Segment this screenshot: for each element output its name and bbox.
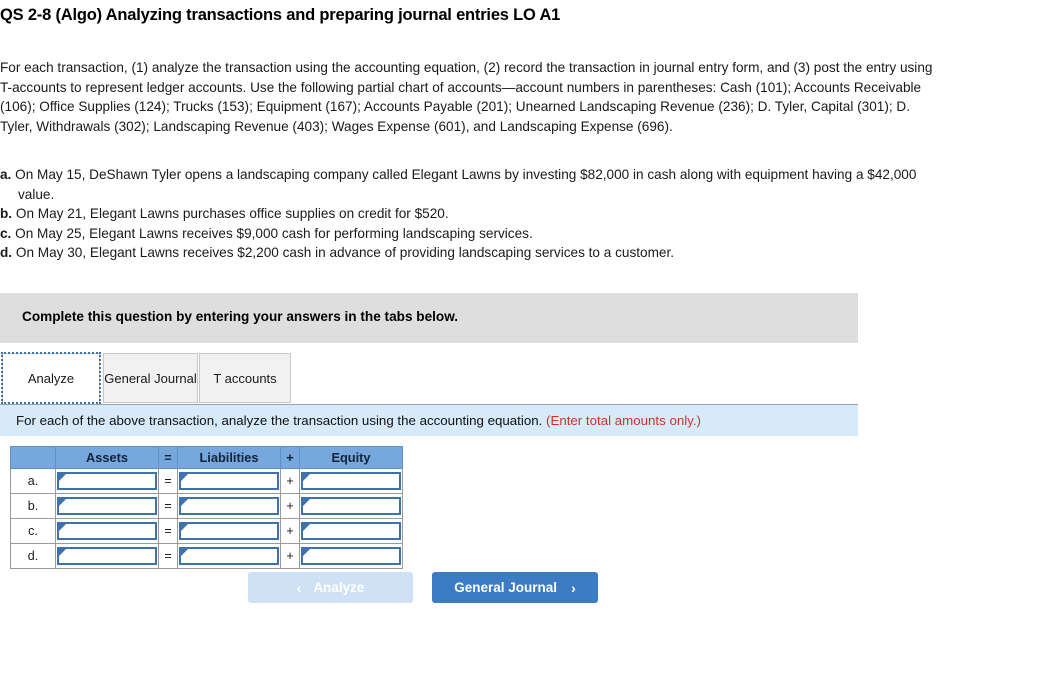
row-label: b.	[10, 493, 56, 519]
assets-input[interactable]	[57, 472, 157, 490]
next-button-label: General Journal	[454, 580, 558, 595]
header-assets: Assets	[55, 446, 159, 469]
equity-cell	[299, 468, 403, 494]
plus-operator: +	[280, 518, 300, 544]
header-blank	[10, 446, 56, 469]
instruction-bar: For each of the above transaction, analy…	[0, 404, 858, 436]
comment-flag-icon	[181, 524, 188, 531]
plus-operator: +	[280, 468, 300, 494]
list-item: a. On May 15, DeShawn Tyler opens a land…	[0, 165, 950, 204]
comment-flag-icon	[181, 549, 188, 556]
banner-text: Complete this question by entering your …	[22, 309, 459, 324]
table-row: a. = +	[10, 468, 403, 494]
liabilities-cell	[177, 468, 281, 494]
equity-cell	[299, 518, 403, 544]
instruction-note: (Enter total amounts only.)	[546, 413, 701, 428]
page-title: QS 2-8 (Algo) Analyzing transactions and…	[0, 6, 561, 24]
comment-flag-icon	[303, 524, 310, 531]
prev-analyze-button[interactable]: ‹ Analyze	[248, 572, 413, 603]
comment-flag-icon	[59, 474, 66, 481]
comment-flag-icon	[181, 474, 188, 481]
comment-flag-icon	[181, 499, 188, 506]
liabilities-input[interactable]	[179, 472, 279, 490]
row-label: c.	[10, 518, 56, 544]
plus-operator: +	[280, 543, 300, 569]
instruction-text: For each of the above transaction, analy…	[16, 413, 543, 428]
header-liabilities: Liabilities	[177, 446, 281, 469]
comment-flag-icon	[303, 474, 310, 481]
assets-cell	[55, 543, 159, 569]
equity-cell	[299, 543, 403, 569]
transaction-list: a. On May 15, DeShawn Tyler opens a land…	[0, 165, 950, 263]
comment-flag-icon	[59, 524, 66, 531]
equity-input[interactable]	[301, 547, 401, 565]
liabilities-cell	[177, 543, 281, 569]
tab-label: Analyze	[27, 370, 75, 386]
equals-operator: =	[158, 468, 178, 494]
tab-analyze[interactable]: Analyze	[1, 352, 101, 404]
instruction-text-wrap: For each of the above transaction, analy…	[16, 413, 701, 428]
complete-question-banner: Complete this question by entering your …	[0, 293, 858, 343]
transaction-letter: b.	[0, 206, 13, 221]
tab-label: General Journal	[104, 370, 197, 386]
accounting-equation-table: Assets = Liabilities + Equity a. = + b. …	[10, 446, 403, 569]
list-item: c. On May 25, Elegant Lawns receives $9,…	[0, 224, 950, 244]
header-equals: =	[158, 446, 178, 469]
transaction-letter: d.	[0, 245, 13, 260]
equals-operator: =	[158, 543, 178, 569]
tab-general-journal[interactable]: General Journal	[103, 353, 198, 403]
comment-flag-icon	[59, 549, 66, 556]
equity-input[interactable]	[301, 522, 401, 540]
equals-operator: =	[158, 518, 178, 544]
header-equity: Equity	[299, 446, 403, 469]
liabilities-input[interactable]	[179, 522, 279, 540]
assets-cell	[55, 493, 159, 519]
next-general-journal-button[interactable]: General Journal ›	[432, 572, 598, 603]
equity-input[interactable]	[301, 497, 401, 515]
table-row: b. = +	[10, 493, 403, 519]
assets-cell	[55, 518, 159, 544]
assets-input[interactable]	[57, 522, 157, 540]
tab-t-accounts[interactable]: T accounts	[199, 353, 291, 403]
question-page: QS 2-8 (Algo) Analyzing transactions and…	[0, 0, 1059, 693]
equals-operator: =	[158, 493, 178, 519]
transaction-letter: a.	[0, 167, 12, 182]
header-plus: +	[280, 446, 300, 469]
list-item: b. On May 21, Elegant Lawns purchases of…	[0, 204, 950, 224]
transaction-letter: c.	[0, 225, 12, 241]
transaction-text: On May 25, Elegant Lawns receives $9,000…	[15, 225, 533, 241]
transaction-text: On May 15, DeShawn Tyler opens a landsca…	[15, 167, 917, 202]
table-row: c. = +	[10, 518, 403, 544]
row-label: d.	[10, 543, 56, 569]
assets-input[interactable]	[57, 547, 157, 565]
tab-label: T accounts	[213, 370, 277, 386]
chevron-right-icon: ›	[571, 579, 576, 596]
table-header-row: Assets = Liabilities + Equity	[10, 446, 403, 469]
equity-input[interactable]	[301, 472, 401, 490]
transaction-text: On May 21, Elegant Lawns purchases offic…	[15, 206, 449, 221]
comment-flag-icon	[303, 549, 310, 556]
row-label: a.	[10, 468, 56, 494]
prev-button-label: Analyze	[313, 580, 365, 595]
problem-description: For each transaction, (1) analyze the tr…	[0, 60, 933, 134]
table-row: d. = +	[10, 543, 403, 569]
liabilities-input[interactable]	[179, 547, 279, 565]
comment-flag-icon	[303, 499, 310, 506]
list-item: d. On May 30, Elegant Lawns receives $2,…	[0, 243, 950, 263]
comment-flag-icon	[59, 499, 66, 506]
assets-input[interactable]	[57, 497, 157, 515]
assets-cell	[55, 468, 159, 494]
liabilities-cell	[177, 493, 281, 519]
plus-operator: +	[280, 493, 300, 519]
chevron-left-icon: ‹	[296, 579, 302, 596]
liabilities-cell	[177, 518, 281, 544]
equity-cell	[299, 493, 403, 519]
transaction-text: On May 30, Elegant Lawns receives $2,200…	[15, 245, 675, 260]
tab-strip: Analyze General Journal T accounts	[0, 352, 880, 404]
liabilities-input[interactable]	[179, 497, 279, 515]
